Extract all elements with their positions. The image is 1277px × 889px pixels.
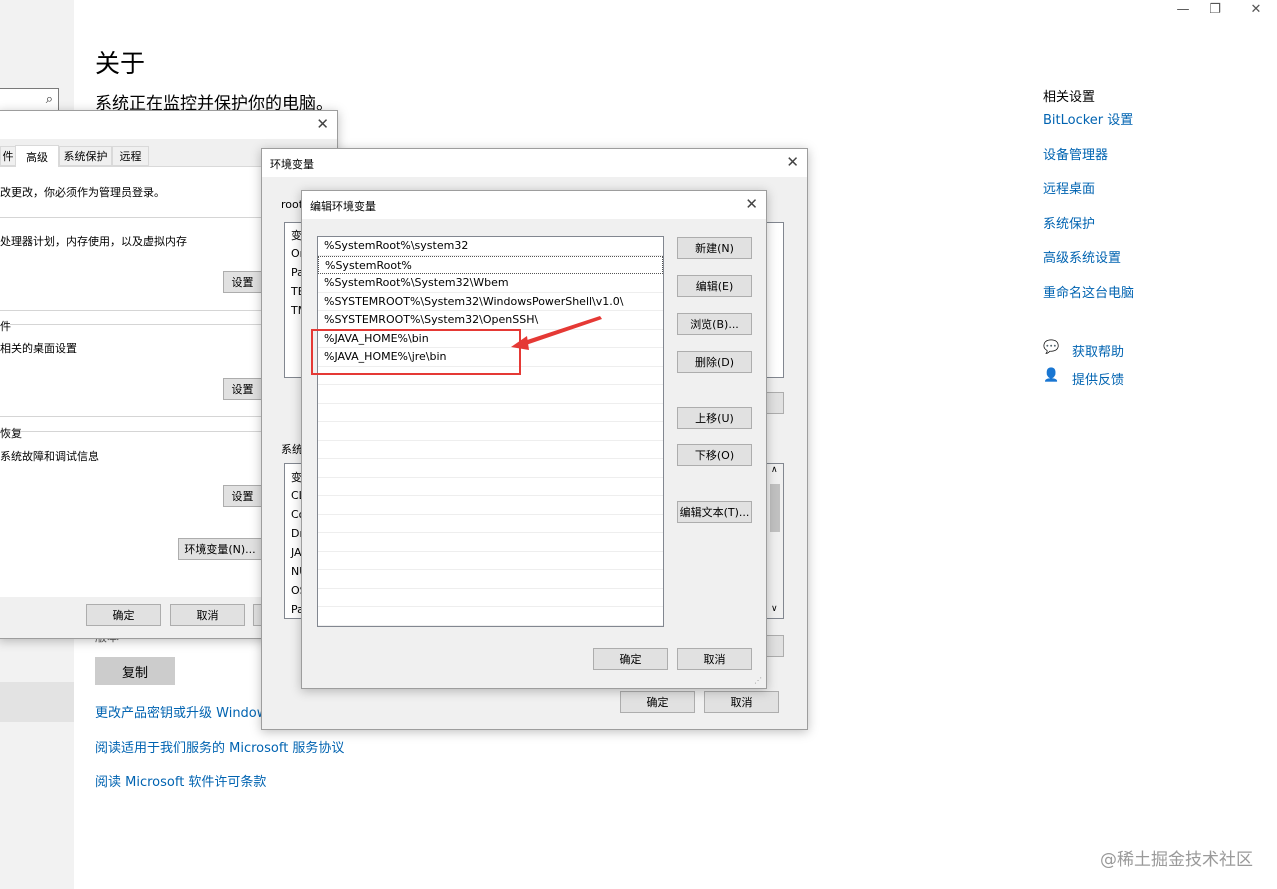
empty-row <box>318 478 663 496</box>
path-entries-list[interactable]: %SystemRoot%\system32 %SystemRoot% %Syst… <box>317 236 664 627</box>
empty-row <box>318 422 663 441</box>
advanced-settings-link[interactable]: 高级系统设置 <box>1043 247 1121 266</box>
divider <box>0 416 262 417</box>
page-title: 关于 <box>95 49 146 78</box>
move-down-button[interactable]: 下移(O) <box>677 444 752 466</box>
service-agreement-link[interactable]: 阅读适用于我们服务的 Microsoft 服务协议 <box>95 737 344 756</box>
empty-row <box>318 496 663 515</box>
system-variables-label: 系统 <box>281 443 303 456</box>
license-terms-link[interactable]: 阅读 Microsoft 软件许可条款 <box>95 771 266 790</box>
empty-row <box>318 589 663 607</box>
bitlocker-link[interactable]: BitLocker 设置 <box>1043 109 1133 128</box>
empty-row <box>318 515 663 533</box>
dialog-title: 编辑环境变量 <box>310 200 376 213</box>
nav-selected-item[interactable] <box>0 682 74 722</box>
path-entry-selected[interactable]: %SystemRoot% <box>318 255 663 274</box>
divider <box>0 217 262 218</box>
close-icon[interactable]: ✕ <box>316 115 329 133</box>
profiles-settings-button[interactable]: 设置 <box>223 378 262 400</box>
delete-button[interactable]: 删除(D) <box>677 351 752 373</box>
highlight-annotation <box>311 329 521 375</box>
scroll-thumb[interactable] <box>770 484 780 532</box>
dialog-title: 环境变量 <box>270 158 314 171</box>
restore-icon[interactable]: ❐ <box>1200 2 1230 17</box>
resize-grip-icon[interactable]: ⋰ <box>754 676 762 685</box>
empty-row <box>318 385 663 404</box>
arrow-annotation-icon <box>511 316 602 350</box>
empty-row <box>318 441 663 459</box>
move-up-button[interactable]: 上移(U) <box>677 407 752 429</box>
edit-button[interactable]: 编辑(E) <box>677 275 752 297</box>
ok-button[interactable]: 确定 <box>86 604 161 626</box>
close-icon[interactable]: ✕ <box>1241 2 1271 17</box>
empty-row <box>318 459 663 478</box>
feedback-icon: 👤 <box>1043 368 1060 383</box>
user-variables-label: root <box>281 198 304 211</box>
tab-remote[interactable]: 远程 <box>112 146 149 166</box>
scroll-up-icon[interactable]: ∧ <box>771 465 778 475</box>
browse-button[interactable]: 浏览(B)... <box>677 313 752 335</box>
empty-row <box>318 607 663 626</box>
rename-pc-link[interactable]: 重命名这台电脑 <box>1043 282 1134 301</box>
performance-desc: 处理器计划，内存使用，以及虚拟内存 <box>0 235 187 248</box>
related-settings-heading: 相关设置 <box>1043 90 1096 105</box>
user-profiles-title: 件 <box>0 320 11 333</box>
divider <box>0 310 262 311</box>
new-button[interactable]: 新建(N) <box>677 237 752 259</box>
help-icon: 💬 <box>1043 340 1060 355</box>
minimize-icon[interactable]: — <box>1168 2 1198 17</box>
performance-settings-button[interactable]: 设置 <box>223 271 262 293</box>
remote-desktop-link[interactable]: 远程桌面 <box>1043 178 1095 197</box>
env-cancel-button[interactable]: 取消 <box>704 691 779 713</box>
empty-row <box>318 533 663 552</box>
tab-advanced[interactable]: 高级 <box>15 145 59 167</box>
cancel-button[interactable]: 取消 <box>170 604 245 626</box>
env-ok-button[interactable]: 确定 <box>620 691 695 713</box>
scrollbar[interactable]: ∧ ∨ <box>767 464 783 618</box>
tab-hardware[interactable]: 件 <box>0 146 16 166</box>
device-manager-link[interactable]: 设备管理器 <box>1043 144 1108 163</box>
path-entry[interactable]: %SystemRoot%\System32\Wbem <box>318 274 663 293</box>
startup-recovery-title: 恢复 <box>0 427 22 440</box>
close-icon[interactable]: ✕ <box>786 153 799 171</box>
search-icon: ⌕ <box>45 92 53 107</box>
tab-system-protection[interactable]: 系统保护 <box>59 146 112 166</box>
empty-row <box>318 570 663 589</box>
user-profiles-desc: 相关的桌面设置 <box>0 342 77 355</box>
path-entry[interactable]: %SYSTEMROOT%\System32\OpenSSH\ <box>318 311 663 330</box>
path-entry[interactable]: %SystemRoot%\system32 <box>318 237 663 256</box>
edit-cancel-button[interactable]: 取消 <box>677 648 752 670</box>
copy-button[interactable]: 复制 <box>95 657 175 685</box>
divider <box>20 431 262 432</box>
environment-variables-button[interactable]: 环境变量(N)... <box>178 538 262 560</box>
watermark: @稀土掘金技术社区 <box>1100 850 1253 870</box>
divider <box>10 324 262 325</box>
path-entry[interactable]: %SYSTEMROOT%\System32\WindowsPowerShell\… <box>318 293 663 311</box>
admin-note: 改更改，你必须作为管理员登录。 <box>0 186 165 199</box>
upgrade-link[interactable]: 更改产品密钥或升级 Windows <box>95 702 274 721</box>
empty-row <box>318 552 663 570</box>
startup-recovery-desc: 系统故障和调试信息 <box>0 450 99 463</box>
edit-ok-button[interactable]: 确定 <box>593 648 668 670</box>
close-icon[interactable]: ✕ <box>745 195 758 213</box>
system-protection-link[interactable]: 系统保护 <box>1043 213 1095 232</box>
list-item[interactable]: JA <box>291 546 302 559</box>
feedback-link[interactable]: 提供反馈 <box>1072 369 1124 388</box>
empty-row <box>318 404 663 422</box>
scroll-down-icon[interactable]: ∨ <box>771 604 778 614</box>
edit-text-button[interactable]: 编辑文本(T)... <box>677 501 752 523</box>
startup-settings-button[interactable]: 设置 <box>223 485 262 507</box>
get-help-link[interactable]: 获取帮助 <box>1072 341 1124 360</box>
